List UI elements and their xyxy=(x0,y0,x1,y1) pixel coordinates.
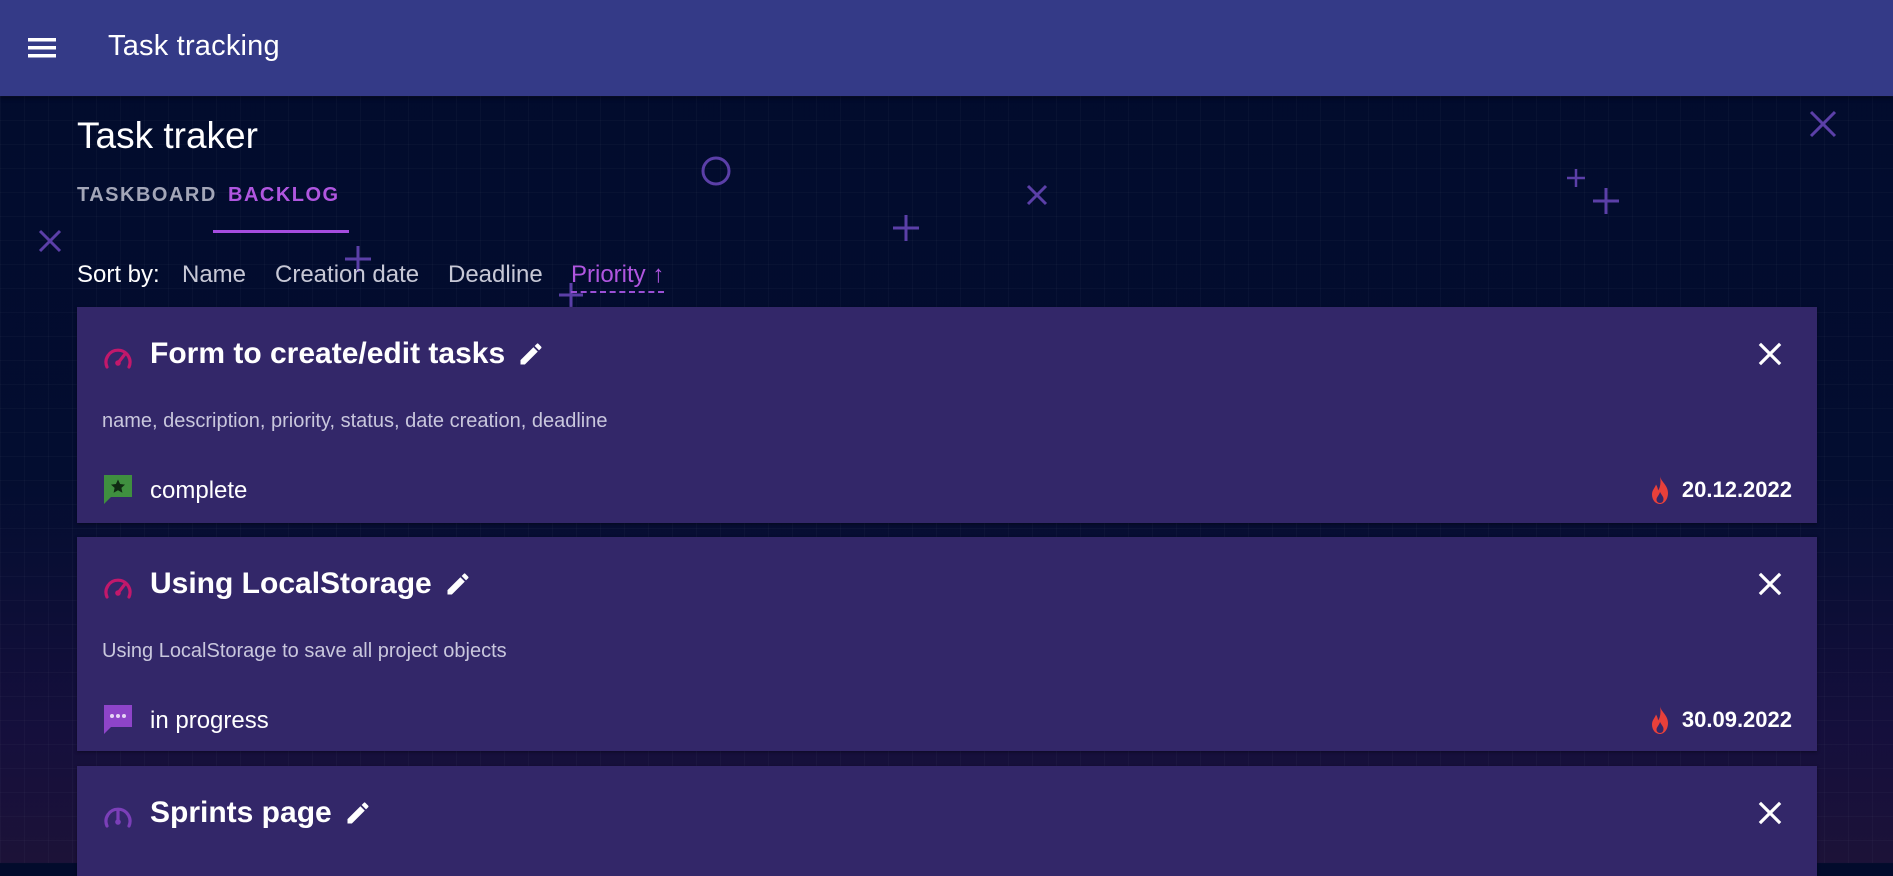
sort-by-deadline[interactable]: Deadline xyxy=(448,261,543,289)
task-title-row: Form to create/edit tasks xyxy=(150,337,545,371)
task-title-row: Sprints page xyxy=(150,796,372,830)
task-card: Using LocalStorage Using LocalStorage to… xyxy=(77,537,1817,751)
task-title: Using LocalStorage xyxy=(150,567,432,600)
task-title: Sprints page xyxy=(150,796,332,829)
deadline-date: 30.09.2022 xyxy=(1681,707,1792,732)
active-tab-indicator xyxy=(213,230,349,233)
page-title: Task traker xyxy=(77,115,258,156)
task-title-row: Using LocalStorage xyxy=(150,567,472,601)
edit-pencil-icon[interactable] xyxy=(444,570,472,598)
fire-icon xyxy=(1651,706,1668,734)
edit-pencil-icon[interactable] xyxy=(517,340,545,368)
task-status: complete xyxy=(150,477,248,504)
tab-backlog[interactable]: BACKLOG xyxy=(228,184,340,207)
speedometer-icon xyxy=(104,348,132,369)
message-star-icon xyxy=(104,475,132,504)
edit-pencil-icon[interactable] xyxy=(344,799,372,827)
task-card: Form to create/edit tasks name, descript… xyxy=(77,307,1817,523)
sort-by-name[interactable]: Name xyxy=(182,261,246,289)
sort-by-creation-date[interactable]: Creation date xyxy=(275,261,419,289)
decor-cross-icon xyxy=(1026,184,1048,206)
decor-plus-icon xyxy=(1593,188,1619,214)
speedometer-icon xyxy=(104,578,132,599)
decor-plus-icon xyxy=(1567,169,1585,187)
sort-by-priority[interactable]: Priority ↑ xyxy=(571,261,665,293)
message-dots-icon xyxy=(104,705,132,734)
decor-plus-icon xyxy=(893,215,919,241)
deadline-date: 20.12.2022 xyxy=(1681,477,1792,502)
task-deadline: 30.09.2022 xyxy=(1646,705,1792,735)
fire-icon xyxy=(1651,476,1668,504)
decor-plus-icon xyxy=(1809,110,1837,138)
decor-circle-icon xyxy=(701,156,731,186)
delete-task-close-icon[interactable] xyxy=(1755,798,1785,828)
task-description: name, description, priority, status, dat… xyxy=(102,410,608,432)
menu-button[interactable] xyxy=(22,30,62,66)
delete-task-close-icon[interactable] xyxy=(1755,569,1785,599)
delete-task-close-icon[interactable] xyxy=(1755,339,1785,369)
task-description: Using LocalStorage to save all project o… xyxy=(102,640,507,662)
speedometer-low-icon xyxy=(104,807,132,828)
tab-taskboard[interactable]: TASKBOARD xyxy=(77,184,217,207)
task-card: Sprints page xyxy=(77,766,1817,876)
decor-cross-icon xyxy=(38,229,62,253)
app-bar: Task tracking xyxy=(0,0,1893,96)
menu-icon xyxy=(28,38,56,58)
app-title: Task tracking xyxy=(108,30,280,62)
sort-label: Sort by: xyxy=(77,261,160,288)
task-status: in progress xyxy=(150,707,269,734)
task-deadline: 20.12.2022 xyxy=(1646,475,1792,505)
task-title: Form to create/edit tasks xyxy=(150,337,506,370)
